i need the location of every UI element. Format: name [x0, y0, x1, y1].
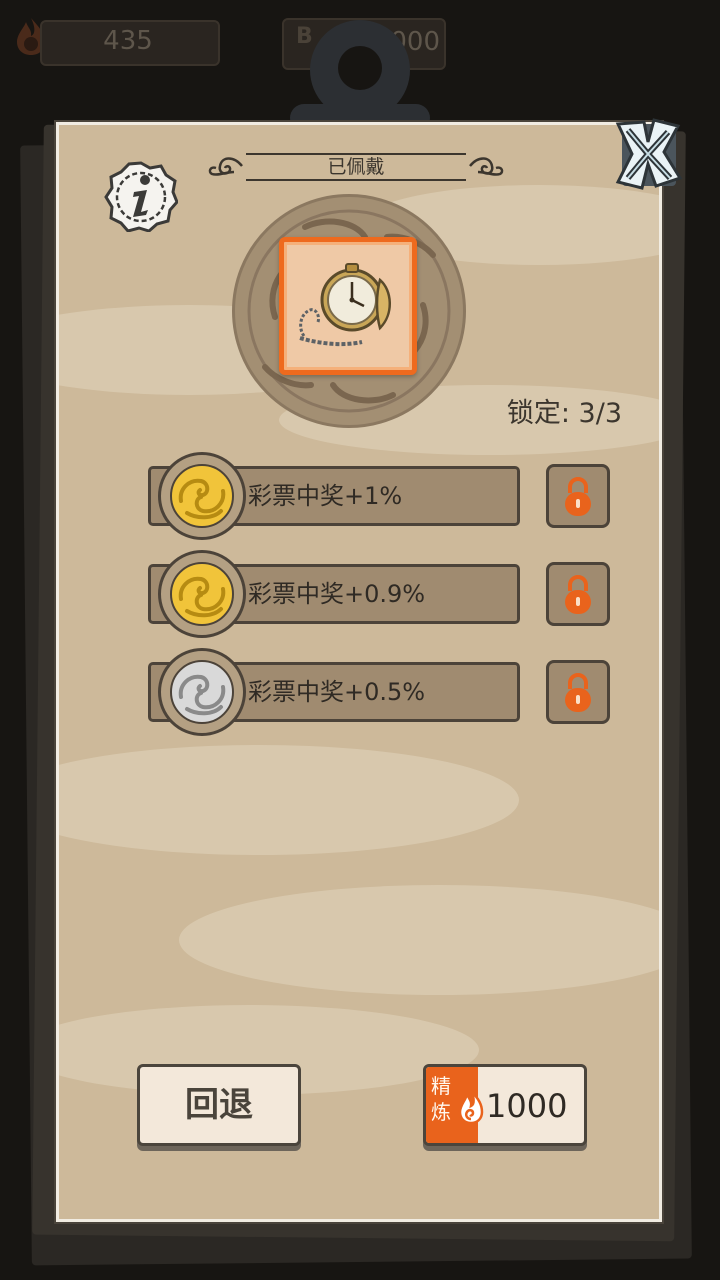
- refine-cost: 1000: [486, 1087, 568, 1125]
- lock-button[interactable]: [546, 562, 610, 626]
- fire-icon: [458, 1089, 484, 1125]
- refine-label: 精炼: [431, 1074, 451, 1124]
- panel-hanger-hole: [338, 46, 382, 90]
- stat-row: 彩票中奖+0.5%: [146, 648, 616, 738]
- cloud-decoration: [59, 745, 519, 855]
- panel-title-ornament: 已佩戴: [206, 146, 506, 186]
- stat-row: 彩票中奖+1%: [146, 452, 616, 542]
- gold-orb-icon: [170, 464, 234, 528]
- lock-icon: [565, 575, 591, 614]
- panel-title: 已佩戴: [327, 156, 385, 178]
- resource-value: 435: [103, 26, 153, 56]
- stat-label: 彩票中奖+0.5%: [248, 678, 426, 706]
- stat-label: 彩票中奖+0.9%: [248, 580, 426, 608]
- refine-button[interactable]: 精炼 1000: [423, 1064, 587, 1146]
- coin-badge: B: [296, 24, 313, 49]
- gold-orb-icon: [170, 562, 234, 626]
- lock-count-label: 锁定: 3/3: [506, 398, 622, 429]
- lock-button[interactable]: [546, 464, 610, 528]
- back-button[interactable]: 回退: [137, 1064, 301, 1146]
- lock-icon: [565, 673, 591, 712]
- lock-icon: [565, 477, 591, 516]
- silver-orb-icon: [170, 660, 234, 724]
- close-icon[interactable]: [614, 118, 682, 190]
- stat-row: 彩票中奖+0.9%: [146, 550, 616, 640]
- lock-button[interactable]: [546, 660, 610, 724]
- equipped-item-slot[interactable]: [279, 237, 417, 375]
- info-icon[interactable]: [104, 160, 178, 232]
- stat-label: 彩票中奖+1%: [248, 482, 403, 510]
- cloud-decoration: [179, 885, 659, 995]
- pocket-watch-icon: [299, 263, 391, 347]
